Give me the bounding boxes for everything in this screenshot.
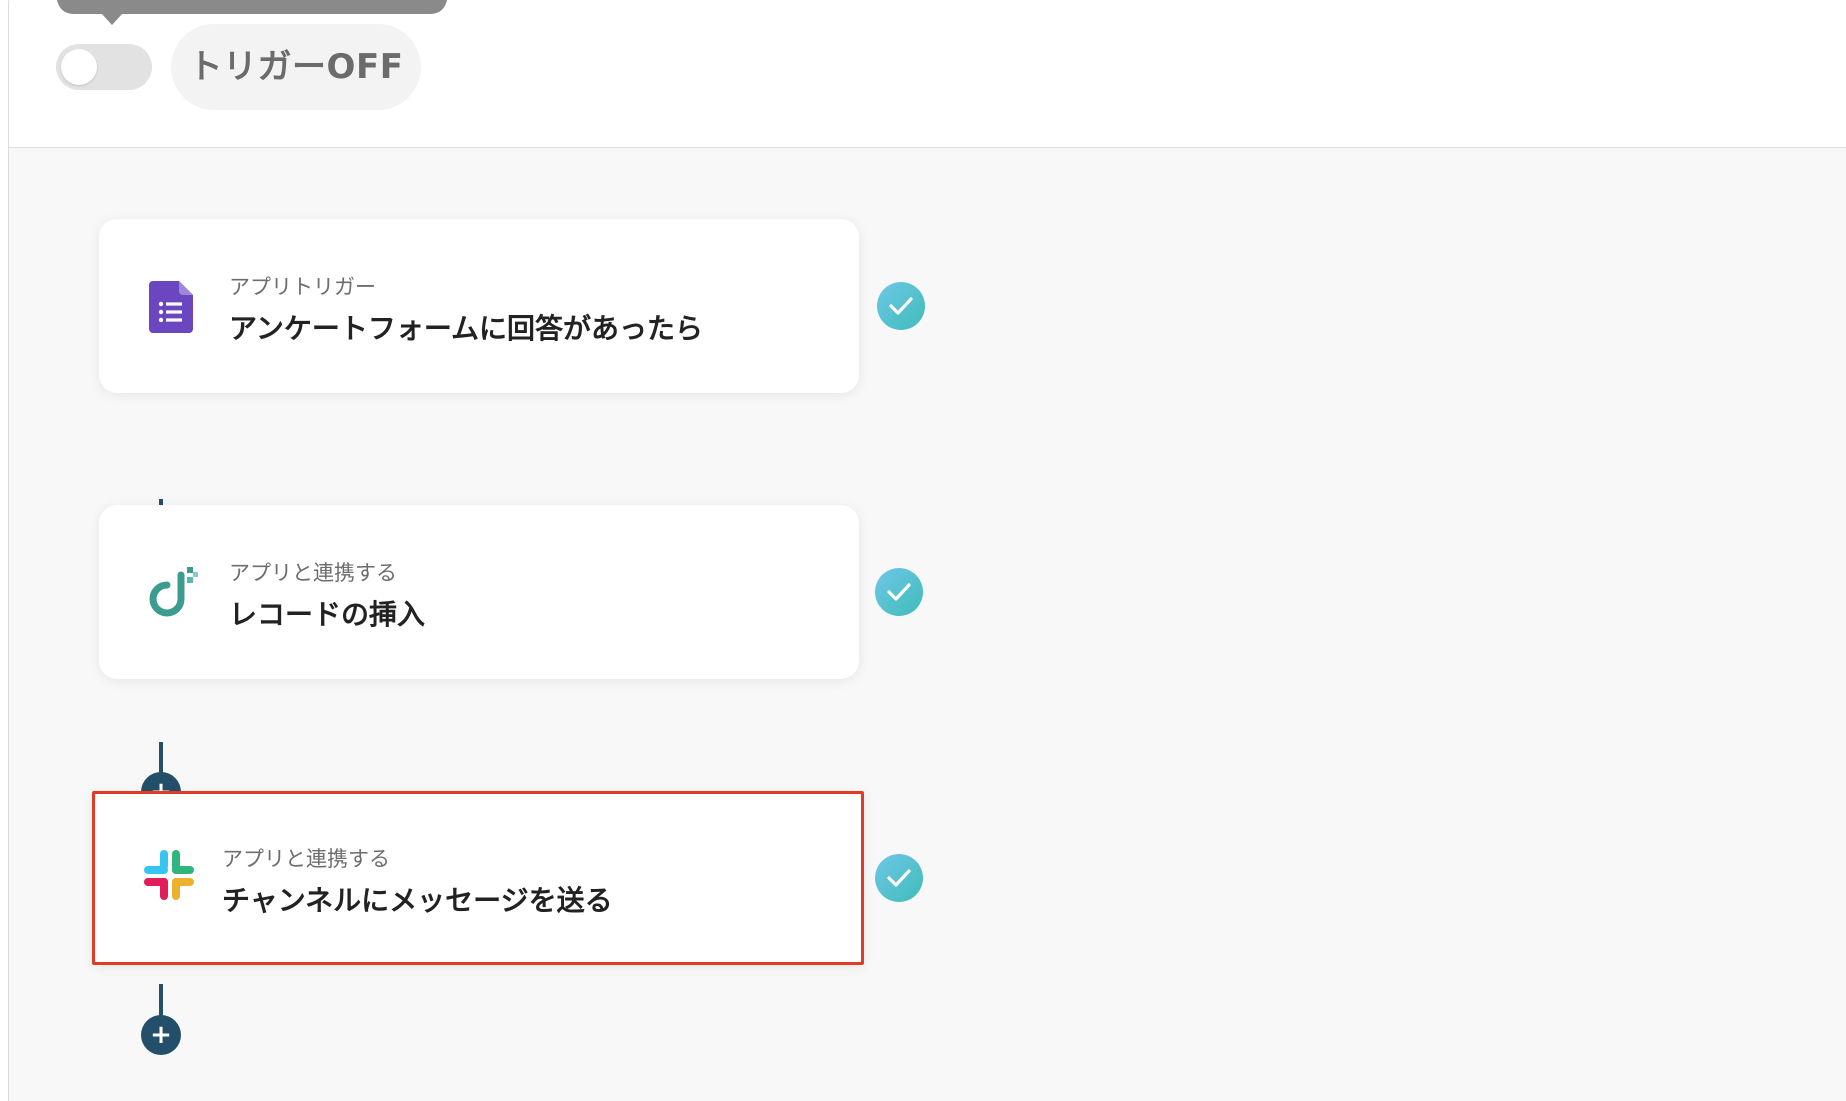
step-title: チャンネルにメッセージを送る: [222, 884, 613, 917]
flow-header: トリガーをONにして自動起動 トリガーOFF: [9, 0, 1846, 148]
step-title: レコードの挿入: [229, 598, 426, 631]
trigger-status-label: トリガーOFF: [171, 24, 421, 110]
flow-step-card-selected[interactable]: アプリと連携する チャンネルにメッセージを送る: [92, 791, 864, 965]
slack-icon: [142, 846, 198, 904]
toggle-knob: [61, 49, 97, 85]
step-type-label: アプリトリガー: [229, 275, 376, 299]
toggle-tooltip: トリガーをONにして自動起動: [57, 0, 447, 14]
step-type-label: アプリと連携する: [222, 847, 390, 871]
tooltip-arrow: [101, 13, 123, 25]
trigger-toggle[interactable]: [56, 44, 152, 90]
database-app-icon: [143, 563, 199, 621]
flow-canvas: + + + アプリトリガー アンケートフォームに回答があったら: [9, 148, 1846, 1101]
complete-check-icon: [877, 282, 925, 330]
flow-step-card[interactable]: アプリと連携する レコードの挿入: [99, 505, 859, 679]
flow-step-card[interactable]: アプリトリガー アンケートフォームに回答があったら: [99, 219, 859, 393]
flow-editor-panel: トリガーをONにして自動起動 トリガーOFF + + +: [8, 0, 1846, 1101]
step-title: アンケートフォームに回答があったら: [229, 312, 704, 345]
step-type-label: アプリと連携する: [229, 561, 397, 585]
complete-check-icon: [875, 854, 923, 902]
add-step-button[interactable]: +: [141, 1015, 181, 1055]
google-forms-icon: [143, 277, 199, 335]
complete-check-icon: [875, 568, 923, 616]
